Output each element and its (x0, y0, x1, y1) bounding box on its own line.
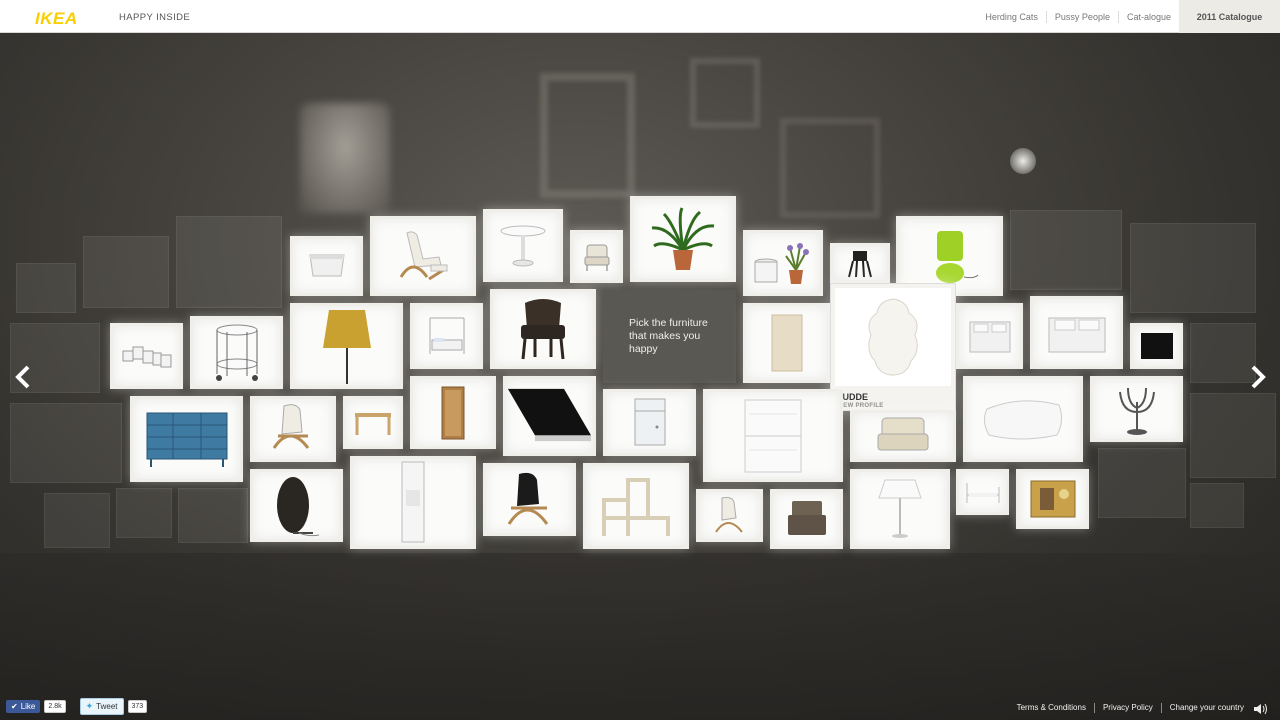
product-tile-white-chest[interactable] (703, 389, 843, 482)
product-tile-framed-art[interactable] (1016, 469, 1089, 529)
product-tile-high-chair[interactable] (830, 243, 890, 283)
like-count: 2.8k (44, 700, 66, 713)
facebook-like-button[interactable]: ✔ Like (6, 700, 41, 713)
sheepskin-image (835, 288, 951, 386)
product-tile-cream-armchair[interactable] (850, 410, 956, 462)
ikea-logo[interactable]: IKEA (35, 9, 78, 29)
product-tile-round-table[interactable] (483, 209, 563, 282)
product-tile-chair-bed[interactable] (770, 489, 843, 549)
intro-text: Pick the furniture that makes you happy (629, 317, 708, 355)
product-tile-blue-dresser[interactable] (130, 396, 243, 482)
tweet-count: 373 (127, 700, 148, 713)
product-tile-poang-small[interactable] (696, 489, 763, 542)
product-tile-duvet-set[interactable] (1030, 296, 1123, 369)
twitter-bird-icon: ✦ (85, 701, 94, 711)
product-tile-candle-holders[interactable] (110, 323, 183, 389)
product-tile-storage-box[interactable] (290, 236, 363, 296)
top-bar: IKEA HAPPY INSIDE Herding Cats Pussy Peo… (0, 0, 1280, 33)
product-tile-shelf-unit[interactable] (583, 463, 689, 549)
tweet-label: Tweet (96, 702, 118, 711)
product-tile-yellow-floor-lamp[interactable] (290, 303, 403, 389)
product-tile-bedding[interactable] (956, 303, 1023, 369)
product-profile-card[interactable]: LUDDE VIEW PROFILE (830, 283, 956, 411)
terms-link[interactable]: Terms & Conditions (1009, 703, 1094, 713)
product-tile-patterned-armchair[interactable] (570, 230, 623, 283)
product-tile-white-table-lamp[interactable] (850, 469, 950, 549)
product-tile-black-frame[interactable] (1130, 323, 1183, 369)
product-tile-candelabra[interactable] (1090, 376, 1183, 442)
product-tile-pillow[interactable] (963, 376, 1083, 462)
product-tile-black-table-lamp[interactable] (250, 469, 343, 542)
nav-cat-alogue[interactable]: Cat-alogue (1117, 10, 1179, 23)
product-tile-trolley-table[interactable] (190, 316, 283, 389)
product-tile-canopy-bed[interactable] (410, 303, 483, 369)
product-tile-poang-chair[interactable] (250, 396, 336, 462)
product-tile-console-table[interactable] (343, 396, 403, 449)
like-label: Like (20, 702, 36, 711)
product-tile-black-table-top[interactable] (503, 376, 596, 456)
speaker-icon[interactable] (1253, 702, 1269, 720)
check-icon: ✔ (11, 702, 18, 711)
tweet-button[interactable]: ✦ Tweet (79, 698, 124, 715)
product-tile-poang-black[interactable] (483, 463, 576, 536)
view-profile-link[interactable]: VIEW PROFILE (837, 403, 884, 409)
intro-panel: Pick the furniture that makes you happy (603, 290, 736, 383)
product-tile-bedside-cabinet[interactable] (603, 389, 696, 456)
product-tile-rug[interactable] (743, 303, 830, 383)
tagline: HAPPY INSIDE (119, 12, 191, 23)
privacy-link[interactable]: Privacy Policy (1093, 703, 1161, 713)
footer-links: Terms & Conditions Privacy Policy Change… (1009, 703, 1252, 713)
product-tile-plant-and-pot[interactable] (743, 230, 823, 296)
change-country-link[interactable]: Change your country (1160, 703, 1252, 713)
product-tile-bookcase[interactable] (410, 376, 496, 449)
product-tile-white-bed[interactable] (956, 469, 1009, 515)
nav-pussy-people[interactable]: Pussy People (1045, 10, 1118, 23)
chevron-left-icon[interactable] (8, 360, 38, 394)
chevron-right-icon[interactable] (1243, 360, 1273, 394)
catalogue-link[interactable]: 2011 Catalogue (1179, 0, 1280, 33)
nav-herding-cats[interactable]: Herding Cats (977, 11, 1046, 23)
social-buttons: ✔ Like 2.8k ✦ Tweet 373 (6, 698, 148, 715)
product-tile-wicker-armchair[interactable] (490, 289, 596, 369)
product-tile-lounge-chair[interactable] (370, 216, 476, 296)
product-tile-potted-fern[interactable] (630, 196, 736, 282)
product-tile-floor-lamp-white[interactable] (350, 456, 476, 549)
main-nav: Herding Cats Pussy People Cat-alogue (977, 0, 1179, 33)
